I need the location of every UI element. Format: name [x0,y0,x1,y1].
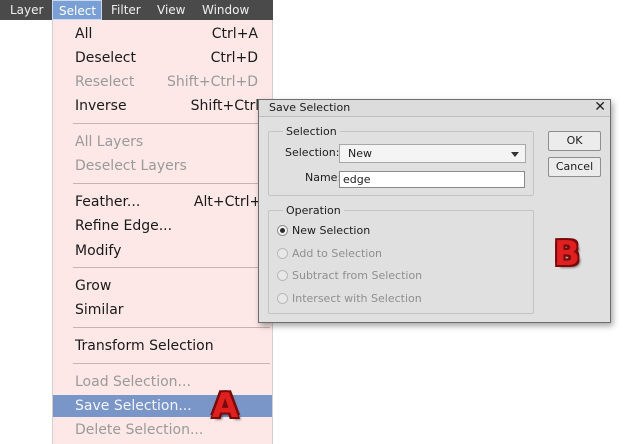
intersect-with-selection-radio[interactable] [277,293,288,304]
select-dropdown-menu: All Ctrl+A Deselect Ctrl+D Reselect Shif… [52,20,275,444]
menu-item-label: Deselect Layers [75,158,187,174]
selection-group: Selection Selection: New Name: edge [268,125,534,196]
menu-item-modify[interactable]: Modify [53,240,272,262]
menu-item-deselect[interactable]: Deselect Ctrl+D [53,47,272,69]
operation-group: Operation New Selection Add to Selection… [268,204,534,314]
menu-item-reselect[interactable]: Reselect Shift+Ctrl+D [53,71,272,93]
menu-bar: Layer Select Filter View Window [0,0,273,20]
save-selection-dialog: Save Selection ✕ Selection Selection: Ne… [258,99,611,323]
menu-item-save-selection[interactable]: Save Selection... [53,395,272,417]
menu-divider [73,327,270,328]
close-icon[interactable]: ✕ [594,99,606,115]
add-to-selection-label: Add to Selection [292,247,383,260]
selection-dropdown[interactable]: New [339,144,526,163]
menu-item-label: Save Selection... [75,398,192,414]
menu-item-label: Grow [75,278,112,294]
menu-divider [73,363,270,364]
menu-item-similar[interactable]: Similar [53,299,272,321]
menu-item-load-selection[interactable]: Load Selection... [53,371,272,393]
menu-item-label: Deselect [75,50,136,66]
menu-divider [73,183,270,184]
operation-group-title: Operation [283,204,344,217]
intersect-with-selection-label: Intersect with Selection [292,292,422,305]
cancel-button[interactable]: Cancel [548,157,601,177]
menu-item-shortcut: Shift+Ctrl+D [167,74,258,90]
menu-item-transform-selection[interactable]: Transform Selection [53,335,272,357]
menu-filter[interactable]: Filter [107,0,145,20]
selection-label: Selection: [285,146,340,159]
menu-layer[interactable]: Layer [6,0,47,20]
menu-item-label: Delete Selection... [75,422,204,438]
name-input[interactable]: edge [339,171,525,188]
menu-item-refine-edge[interactable]: Refine Edge... [53,215,272,237]
dialog-title: Save Selection [269,101,351,114]
menu-item-label: All [75,26,93,42]
new-selection-label: New Selection [292,224,371,237]
menu-item-label: Reselect [75,74,135,90]
new-selection-radio[interactable] [277,225,288,236]
menu-view[interactable]: View [153,0,189,20]
add-to-selection-radio[interactable] [277,248,288,259]
menu-item-all[interactable]: All Ctrl+A [53,23,272,45]
menu-select[interactable]: Select [52,0,102,20]
menu-item-deselect-layers[interactable]: Deselect Layers [53,155,272,177]
menu-item-grow[interactable]: Grow [53,275,272,297]
selection-group-title: Selection [283,125,340,138]
menu-item-shortcut: Ctrl+D [210,50,258,66]
menu-item-label: Load Selection... [75,374,191,390]
menu-item-label: Modify [75,243,122,259]
annotation-b: B [554,234,580,274]
menu-item-all-layers[interactable]: All Layers [53,131,272,153]
dialog-title-bar: Save Selection ✕ [259,99,610,117]
ok-button[interactable]: OK [548,131,601,151]
selection-dropdown-value: New [348,147,372,160]
menu-item-label: Transform Selection [75,338,214,354]
name-label: Name: [305,171,342,184]
menu-divider [73,267,270,268]
menu-item-shortcut: Ctrl+A [211,26,258,42]
subtract-from-selection-radio[interactable] [277,270,288,281]
menu-item-inverse[interactable]: Inverse Shift+Ctrl+I [53,95,275,117]
chevron-down-icon [511,152,519,157]
menu-item-label: Similar [75,302,124,318]
menu-item-label: Feather... [75,194,141,210]
menu-item-delete-selection[interactable]: Delete Selection... [53,419,272,441]
menu-item-label: All Layers [75,134,144,150]
subtract-from-selection-label: Subtract from Selection [292,269,423,282]
menu-divider [73,123,270,124]
menu-item-label: Refine Edge... [75,218,173,234]
menu-window[interactable]: Window [198,0,253,20]
menu-item-feather[interactable]: Feather... Alt+Ctrl+D [53,191,272,213]
menu-item-label: Inverse [75,98,127,114]
annotation-a: A [212,386,239,426]
